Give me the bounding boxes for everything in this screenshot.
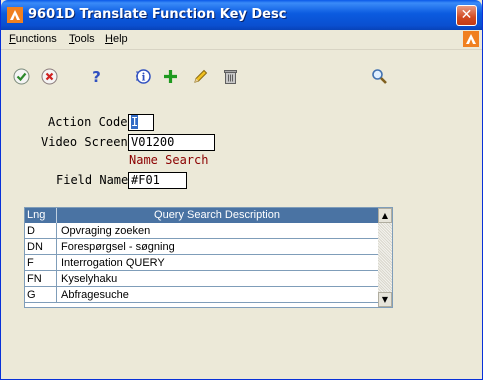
close-button[interactable]: ✕ bbox=[456, 5, 477, 26]
lng-cell: F bbox=[27, 257, 34, 269]
menu-functions[interactable]: Functions bbox=[9, 33, 57, 45]
cancel-x-icon bbox=[41, 68, 57, 84]
description-cell: Kyselyhaku bbox=[61, 273, 118, 285]
info-button[interactable]: i bbox=[134, 67, 152, 85]
grid-scrollbar[interactable]: ▲ ▼ bbox=[378, 208, 392, 307]
window-title: 9601D Translate Function Key Desc bbox=[28, 7, 287, 22]
menu-help[interactable]: Help bbox=[105, 33, 128, 45]
cell-divider bbox=[56, 223, 57, 239]
column-header-lng[interactable]: Lng bbox=[27, 209, 45, 221]
video-screen-description: Name Search bbox=[129, 153, 209, 167]
menu-bar: Functions Tools Help bbox=[1, 30, 482, 50]
scroll-track[interactable] bbox=[378, 223, 392, 292]
delete-button[interactable] bbox=[221, 67, 239, 85]
scroll-down-button[interactable]: ▼ bbox=[378, 292, 392, 307]
header-divider bbox=[56, 208, 57, 223]
lng-cell: FN bbox=[27, 273, 42, 285]
description-cell: Abfragesuche bbox=[61, 289, 129, 301]
ok-check-icon bbox=[13, 68, 29, 84]
svg-text:?: ? bbox=[92, 68, 101, 85]
toolbar: ? i bbox=[1, 50, 482, 102]
close-icon: ✕ bbox=[460, 7, 473, 23]
table-row[interactable]: D Opvraging zoeken bbox=[25, 223, 378, 239]
field-name-input[interactable]: #F01 bbox=[128, 172, 187, 189]
lng-cell: D bbox=[27, 225, 35, 237]
info-icon: i bbox=[135, 68, 151, 84]
cell-divider bbox=[56, 255, 57, 271]
ok-button[interactable] bbox=[12, 67, 30, 85]
search-button[interactable] bbox=[370, 67, 388, 85]
table-row[interactable]: FN Kyselyhaku bbox=[25, 271, 378, 287]
video-screen-label: Video Screen bbox=[41, 135, 128, 149]
video-screen-input[interactable]: V01200 bbox=[128, 134, 215, 151]
description-cell: Forespørgsel - søgning bbox=[61, 241, 175, 253]
lng-cell: DN bbox=[27, 241, 43, 253]
table-row[interactable]: DN Forespørgsel - søgning bbox=[25, 239, 378, 255]
description-cell: Opvraging zoeken bbox=[61, 225, 151, 237]
menu-tools[interactable]: Tools bbox=[69, 33, 95, 45]
help-button[interactable]: ? bbox=[87, 67, 105, 85]
scroll-up-arrow-icon: ▲ bbox=[381, 211, 389, 220]
edit-pencil-icon bbox=[193, 69, 207, 83]
search-magnifier-icon bbox=[371, 68, 387, 84]
menu-logo-icon bbox=[463, 31, 479, 47]
cell-divider bbox=[56, 271, 57, 287]
svg-text:i: i bbox=[141, 72, 145, 83]
delete-trash-icon bbox=[223, 69, 237, 84]
add-button[interactable] bbox=[161, 67, 179, 85]
help-question-icon: ? bbox=[92, 68, 101, 85]
lng-cell: G bbox=[27, 289, 36, 301]
add-plus-icon bbox=[163, 69, 177, 83]
description-cell: Interrogation QUERY bbox=[61, 257, 165, 269]
table-row[interactable]: F Interrogation QUERY bbox=[25, 255, 378, 271]
app-logo-icon bbox=[7, 7, 23, 23]
cell-divider bbox=[56, 287, 57, 303]
grid-header: Lng Query Search Description bbox=[25, 208, 392, 223]
scroll-up-button[interactable]: ▲ bbox=[378, 208, 392, 223]
app-window: 9601D Translate Function Key Desc ✕ Func… bbox=[0, 0, 483, 380]
edit-button[interactable] bbox=[191, 67, 209, 85]
column-header-description[interactable]: Query Search Description bbox=[58, 209, 376, 221]
action-code-input[interactable]: I bbox=[128, 114, 154, 131]
action-code-label: Action Code bbox=[48, 115, 128, 129]
query-search-grid: Lng Query Search Description D Opvraging… bbox=[24, 207, 393, 308]
table-row[interactable]: G Abfragesuche bbox=[25, 287, 378, 303]
title-bar[interactable]: 9601D Translate Function Key Desc ✕ bbox=[1, 0, 482, 30]
cancel-button[interactable] bbox=[40, 67, 58, 85]
cell-divider bbox=[56, 239, 57, 255]
scroll-down-arrow-icon: ▼ bbox=[381, 295, 389, 304]
field-name-label: Field Name bbox=[56, 173, 129, 187]
